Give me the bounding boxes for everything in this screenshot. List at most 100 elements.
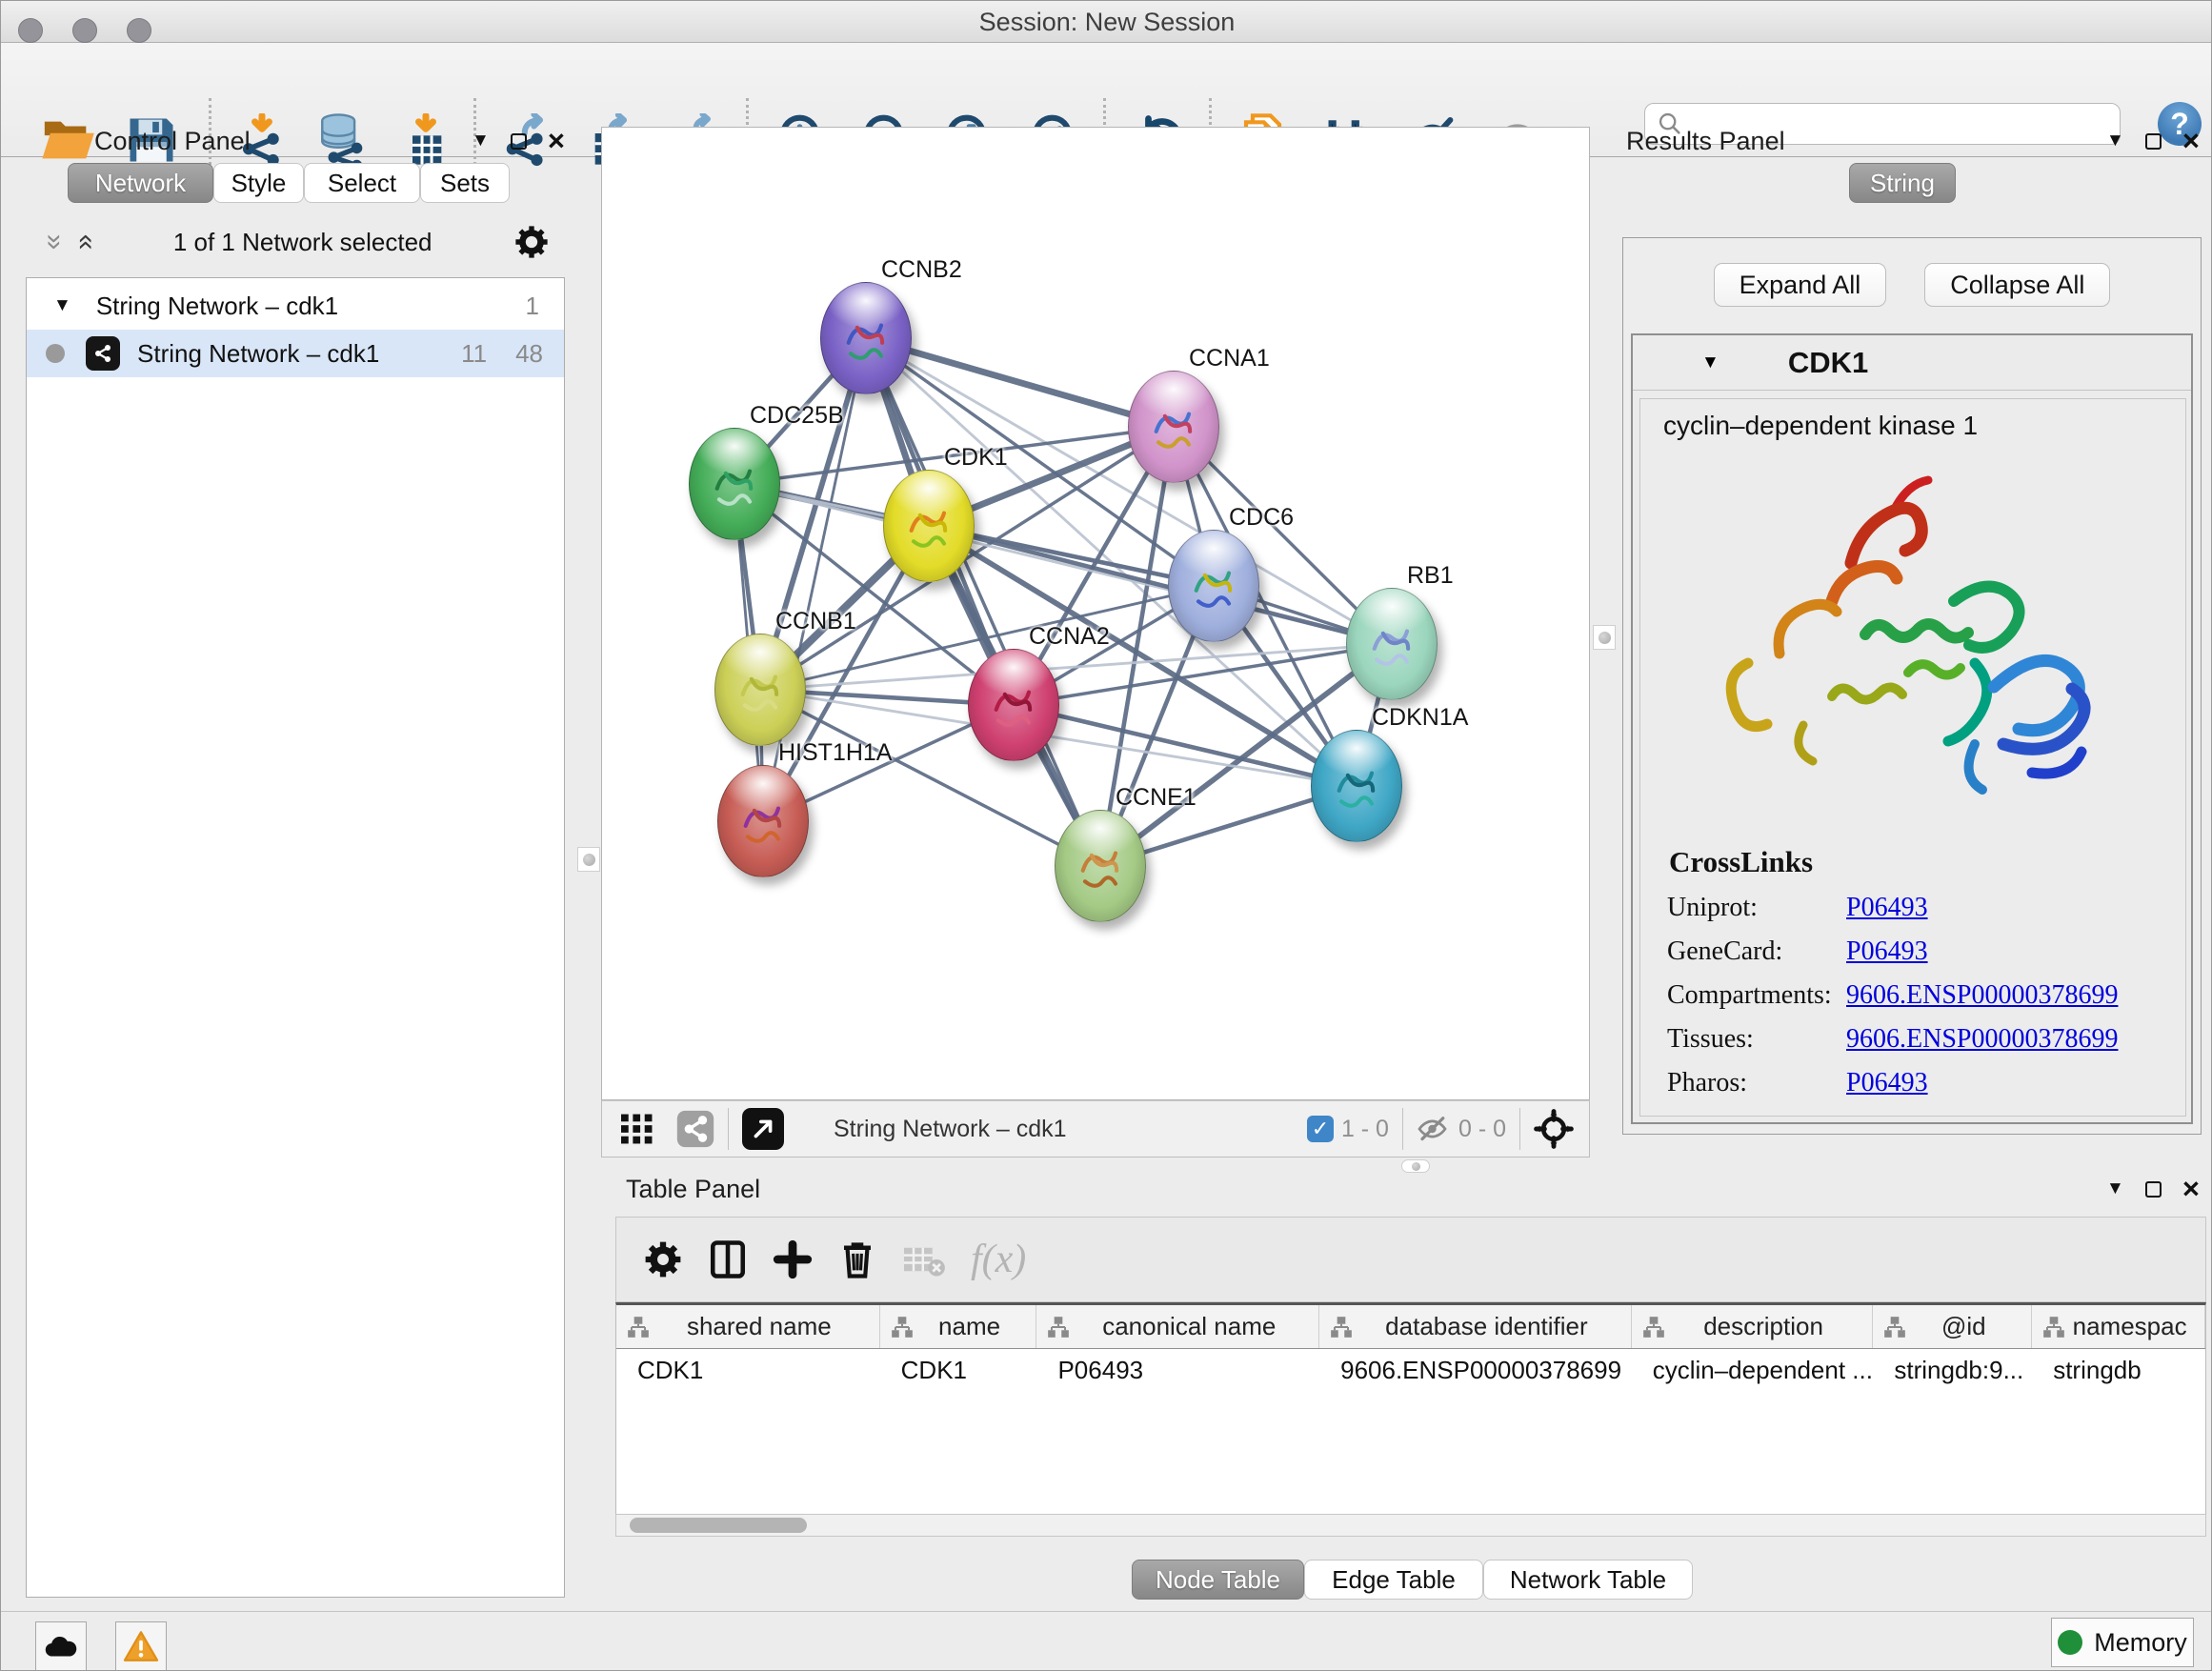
gene-result-header[interactable]: ▼ CDK1 [1633,335,2191,391]
node-RB1[interactable] [1346,588,1438,700]
float-panel-icon[interactable] [2145,133,2162,150]
node-CCNB1[interactable] [714,634,806,746]
cloud-status-button[interactable] [35,1621,87,1671]
column-label: name [915,1312,1036,1341]
tab-edge-table[interactable]: Edge Table [1304,1560,1483,1600]
collapse-panel-icon[interactable]: ▼ [472,131,490,151]
left-splitter-handle[interactable] [577,847,600,872]
close-panel-icon[interactable]: × [2182,131,2200,151]
tab-select[interactable]: Select [304,163,420,203]
node-CCNA1[interactable] [1128,371,1219,483]
node-CDK1[interactable] [883,470,975,582]
crosslink-value[interactable]: 9606.ENSP00000378699 [1846,1024,2118,1055]
column-type-icon [1329,1315,1354,1339]
collapse-panel-icon[interactable]: ▼ [2106,1178,2124,1199]
node-CDKN1A[interactable] [1311,730,1402,842]
new-window-button[interactable] [742,1108,784,1150]
edge-cdk1-rb1[interactable] [929,526,1392,644]
cytoscape-window: Session: New Session [0,0,2212,1671]
node-label-CCNA1: CCNA1 [1189,345,1270,372]
node-CDC6[interactable] [1168,530,1259,642]
titlebar: Session: New Session [1,1,2212,43]
show-columns-icon[interactable] [708,1239,748,1279]
node-HIST1H1A[interactable] [717,765,809,877]
collapse-all-button[interactable]: Collapse All [1924,263,2110,307]
close-panel-icon[interactable]: × [548,131,565,151]
results-content: Expand All Collapse All ▼ CDK1 cyclin–de… [1622,237,2202,1135]
tab-sets[interactable]: Sets [420,163,510,203]
collapse-all-icon[interactable]: » [38,234,70,251]
column-header-database-identifier[interactable]: database identifier [1319,1305,1632,1348]
network-collection-row[interactable]: ▼ String Network – cdk1 1 [27,282,564,330]
network-canvas[interactable]: CCNB2CCNA1CDC25BCDK1CDC6RB1CCNB1CCNA2CDK… [601,127,1590,1100]
column-type-icon [626,1315,651,1339]
close-panel-icon[interactable]: × [2182,1179,2200,1198]
gear-icon[interactable] [513,224,550,260]
crosslinks-list: Uniprot:P06493GeneCard:P06493Compartment… [1640,893,2185,1098]
bottom-splitter-handle[interactable] [1401,1159,1430,1173]
column-header-name[interactable]: name [880,1305,1037,1348]
column-label: description [1666,1312,1873,1341]
tab-network[interactable]: Network [68,163,213,203]
column-header-canonical-name[interactable]: canonical name [1036,1305,1319,1348]
column-label: canonical name [1071,1312,1318,1341]
tab-network-table[interactable]: Network Table [1483,1560,1693,1600]
edge-rb1-ccna2[interactable] [1014,644,1392,705]
tab-string[interactable]: String [1849,163,1956,203]
node-CCNB2[interactable] [820,282,912,394]
crosslink-value[interactable]: P06493 [1846,936,1928,967]
share-view-icon[interactable] [676,1110,714,1148]
edge-ccnb2-ccna1[interactable] [866,338,1174,427]
tab-node-table[interactable]: Node Table [1132,1560,1304,1600]
node-label-CCNB1: CCNB1 [775,608,856,635]
scrollbar-thumb[interactable] [630,1518,807,1533]
node-label-HIST1H1A: HIST1H1A [778,739,892,767]
node-CCNE1[interactable] [1055,810,1146,922]
grid-view-icon[interactable] [619,1113,655,1145]
table-cell: CDK1 [616,1349,880,1393]
node-table[interactable]: shared name name canonical name database… [615,1302,2206,1514]
float-panel-icon[interactable] [511,133,527,150]
crosslink-value[interactable]: 9606.ENSP00000378699 [1846,980,2118,1011]
expand-all-button[interactable]: Expand All [1714,263,1887,307]
column-header--id[interactable]: @id [1873,1305,2032,1348]
collapse-entry-icon[interactable]: ▼ [1701,352,1719,373]
memory-button[interactable]: Memory [2051,1618,2194,1667]
selected-checkbox-icon[interactable]: ✓ [1307,1116,1334,1142]
column-type-icon [2041,1315,2066,1339]
network-status-dot [46,344,65,363]
cloud-icon [44,1632,78,1661]
network-view-toolbar: String Network – cdk1 ✓ 1 - 0 0 - 0 [601,1100,1590,1158]
crosslink-value[interactable]: P06493 [1846,893,1928,923]
column-type-icon [890,1315,915,1339]
expand-all-icon[interactable]: » [68,234,100,251]
delete-column-icon[interactable] [837,1239,877,1279]
collapse-panel-icon[interactable]: ▼ [2106,131,2124,151]
node-CCNA2[interactable] [968,649,1059,761]
table-gear-icon[interactable] [643,1239,683,1279]
node-label-CCNB2: CCNB2 [881,256,962,284]
table-row[interactable]: CDK1CDK1P064939606.ENSP00000378699cyclin… [616,1349,2205,1393]
column-header-shared-name[interactable]: shared name [616,1305,880,1348]
birdseye-crosshair-icon[interactable] [1534,1109,1574,1149]
float-panel-icon[interactable] [2145,1181,2162,1198]
crosslinks-title: CrossLinks [1669,845,2185,879]
tree-expand-icon[interactable]: ▼ [53,295,71,316]
node-CDC25B[interactable] [689,428,780,540]
add-column-icon[interactable] [773,1239,813,1279]
view-toolbar-separator [728,1108,729,1150]
network-selected-summary: 1 of 1 Network selected [91,228,513,257]
column-label: database identifier [1354,1312,1631,1341]
column-type-icon [1046,1315,1071,1339]
warnings-button[interactable] [115,1621,167,1671]
crosslink-value[interactable]: P06493 [1846,1068,1928,1098]
table-horizontal-scrollbar[interactable] [615,1514,2206,1537]
network-edge-count: 48 [515,339,543,369]
table-panel-title: Table Panel [626,1175,760,1204]
column-header-namespac[interactable]: namespac [2032,1305,2205,1348]
tab-style[interactable]: Style [213,163,304,203]
edge-ccnb2-ccne1[interactable] [866,338,1100,866]
network-row-selected[interactable]: String Network – cdk1 11 48 [27,330,564,377]
column-header-description[interactable]: description [1632,1305,1874,1348]
string-network-icon [86,336,120,371]
